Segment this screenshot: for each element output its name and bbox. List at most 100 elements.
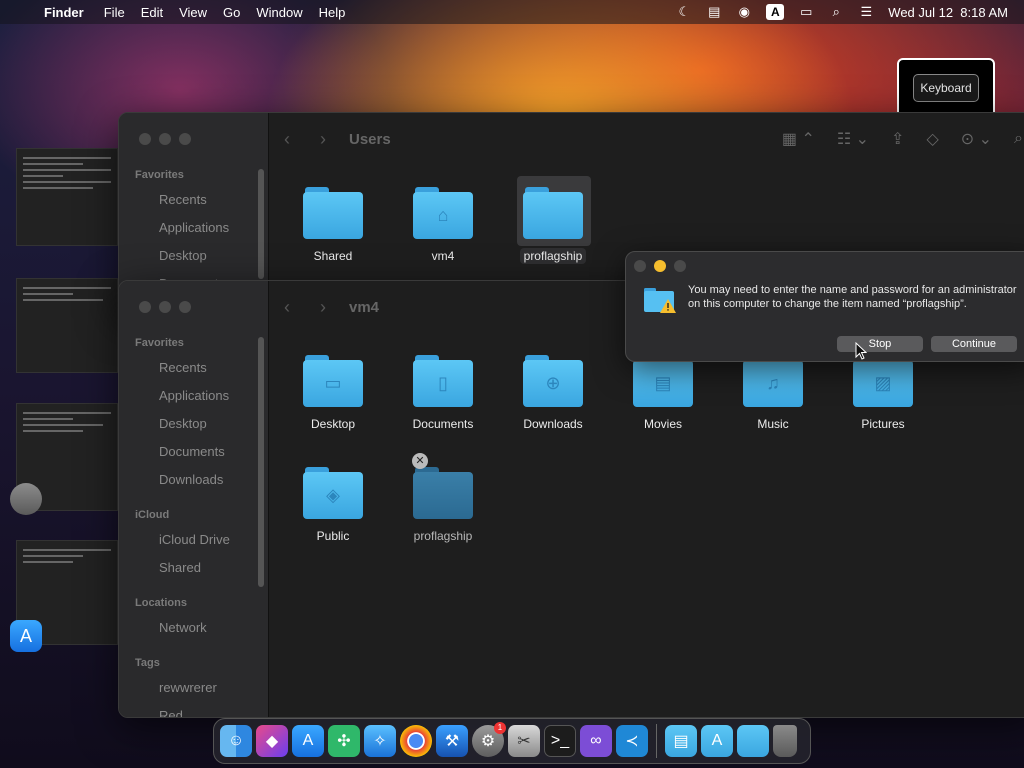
notification-badge: 1	[494, 722, 506, 734]
system-settings-icon[interactable]: ⚙ 1	[472, 722, 506, 757]
forward-icon[interactable]: ›	[305, 297, 341, 318]
menu-edit[interactable]: Edit	[133, 5, 171, 20]
public-folder-icon: ◈	[303, 467, 363, 519]
sidebar-item-documents[interactable]: Documents	[159, 444, 225, 459]
back-icon[interactable]: ‹	[269, 297, 305, 318]
xcode-tools-icon[interactable]: ✣	[328, 725, 360, 757]
app-store-icon[interactable]: A	[292, 725, 324, 757]
folder-shared[interactable]: Shared	[288, 187, 378, 263]
shortcuts-icon[interactable]: ◆	[256, 725, 288, 757]
folder-vm4[interactable]: ⌂ vm4	[398, 187, 488, 263]
search-icon[interactable]: ⌕	[1014, 130, 1023, 148]
menu-go[interactable]: Go	[215, 5, 248, 20]
trash-icon[interactable]	[773, 725, 797, 757]
dock: ☺ ◆ A ✣ ✧ ⚒ ⚙ 1 ✂ >_ ∞ ≺ ▤ A	[213, 718, 811, 764]
more-actions-icon[interactable]: ⊙ ⌄	[961, 129, 992, 149]
sidebar-item-desktop[interactable]: Desktop	[159, 416, 207, 431]
remove-x-icon[interactable]: ✕	[412, 453, 428, 469]
back-icon[interactable]: ‹	[269, 129, 305, 150]
screen-mirroring-icon[interactable]: ▭	[798, 4, 814, 19]
tag-icon[interactable]: ◇	[926, 129, 938, 149]
forward-icon[interactable]: ›	[305, 129, 341, 150]
folder-label: proflagship	[519, 248, 587, 264]
icon-view-icon[interactable]: ▦ ⌃	[782, 129, 815, 149]
toolbar: ‹ › Users ▦ ⌃ ☷ ⌄ ⇪ ◇ ⊙ ⌄ ⌕	[269, 113, 1024, 165]
app-menu-finder[interactable]: Finder	[40, 5, 96, 20]
window-title: Users	[349, 130, 391, 148]
share-icon[interactable]: ⇪	[891, 129, 904, 149]
dialog-message: You may need to enter the name and passw…	[688, 284, 1017, 310]
menu-window[interactable]: Window	[248, 5, 310, 20]
sidebar-item-network[interactable]: Network	[159, 620, 207, 635]
folder-public[interactable]: ◈ Public	[288, 467, 378, 543]
chrome-icon[interactable]	[400, 725, 432, 757]
sidebar-tag-rewwrerer[interactable]: rewwrerer	[159, 680, 217, 695]
folder-label: Documents	[412, 417, 474, 431]
focus-moon-icon[interactable]: ☾	[676, 4, 692, 19]
folder-downloads[interactable]: ⊕ Downloads	[508, 355, 598, 431]
finder-icon[interactable]: ☺	[220, 725, 252, 757]
folder-proflagship[interactable]: proflagship	[508, 187, 598, 264]
home-folder-icon: ⌂	[413, 187, 473, 239]
folder-label: Public	[316, 529, 350, 543]
sidebar-section-icloud: iCloud	[135, 509, 170, 521]
stage-thumb-2[interactable]	[16, 278, 118, 373]
sidebar: Favorites Recents Applications Desktop D…	[119, 281, 269, 717]
sidebar-tag-red[interactable]: Red	[159, 708, 183, 717]
sidebar-item-applications[interactable]: Applications	[159, 388, 229, 403]
keyboard-overlay: Keyboard	[897, 58, 995, 118]
safari-icon[interactable]: ✧	[364, 725, 396, 757]
sidebar-item-recents[interactable]: Recents	[159, 360, 207, 375]
app-store-icon[interactable]: A	[10, 620, 42, 652]
menu-bar: Finder File Edit View Go Window Help ☾ ▤…	[0, 0, 1024, 24]
sidebar-scrollbar[interactable]	[258, 337, 264, 587]
terminal-icon[interactable]: >_	[544, 725, 576, 757]
sidebar-item-shared[interactable]: Shared	[159, 560, 201, 575]
input-source-icon[interactable]: A	[766, 4, 785, 20]
sidebar-scrollbar[interactable]	[258, 169, 264, 279]
sidebar-section-favorites: Favorites	[135, 169, 184, 181]
sidebar-item-icloud-drive[interactable]: iCloud Drive	[159, 532, 230, 547]
folder-pictures[interactable]: ▨ Pictures	[838, 355, 928, 431]
stage-thumb-1[interactable]	[16, 148, 118, 246]
user-account-icon[interactable]: ◉	[736, 4, 752, 19]
dialog-window-controls[interactable]	[634, 260, 686, 272]
stop-button[interactable]: Stop	[837, 336, 923, 352]
control-center-icon[interactable]: ☰	[858, 4, 874, 19]
system-settings-icon[interactable]	[10, 483, 42, 515]
folder-warning-icon	[644, 288, 676, 313]
documents-folder-icon: ▯	[413, 355, 473, 407]
folder-movies[interactable]: ▤ Movies	[618, 355, 708, 431]
menu-view[interactable]: View	[171, 5, 215, 20]
vscode-icon[interactable]: ≺	[616, 725, 648, 757]
xcode-icon[interactable]: ⚒	[436, 725, 468, 757]
menubar-clock[interactable]: Wed Jul 12 8:18 AM	[888, 5, 1008, 20]
sidebar-item-recents[interactable]: Recents	[159, 192, 207, 207]
visual-studio-icon[interactable]: ∞	[580, 725, 612, 757]
keyboard-label: Keyboard	[913, 74, 979, 102]
folder-desktop[interactable]: ▭ Desktop	[288, 355, 378, 431]
continue-button[interactable]: Continue	[931, 336, 1017, 352]
spotlight-search-icon[interactable]: ⌕	[828, 4, 844, 19]
folder-icon[interactable]	[737, 725, 769, 757]
window-controls[interactable]	[139, 133, 191, 145]
sidebar-item-desktop[interactable]: Desktop	[159, 248, 207, 263]
menu-file[interactable]: File	[96, 5, 133, 20]
stage-manager-icon[interactable]: ▤	[706, 4, 722, 19]
folder-label: Music	[757, 417, 789, 431]
window-controls[interactable]	[139, 301, 191, 313]
menu-help[interactable]: Help	[311, 5, 354, 20]
folder-label: Movies	[643, 417, 682, 431]
sidebar-item-downloads[interactable]: Downloads	[159, 472, 223, 487]
sidebar-item-applications[interactable]: Applications	[159, 220, 229, 235]
dock-separator	[656, 724, 657, 758]
folder-proflagship[interactable]: proflagship ✕	[398, 453, 488, 543]
folder-label: Downloads	[523, 417, 583, 431]
folder-icon[interactable]: ▤	[665, 725, 697, 757]
folder-music[interactable]: ♫ Music	[728, 355, 818, 431]
folder-documents[interactable]: ▯ Documents	[398, 355, 488, 431]
folder-label: Pictures	[861, 417, 905, 431]
applications-folder-icon[interactable]: A	[701, 725, 733, 757]
group-icon[interactable]: ☷ ⌄	[837, 129, 869, 149]
utility-icon[interactable]: ✂	[508, 725, 540, 757]
